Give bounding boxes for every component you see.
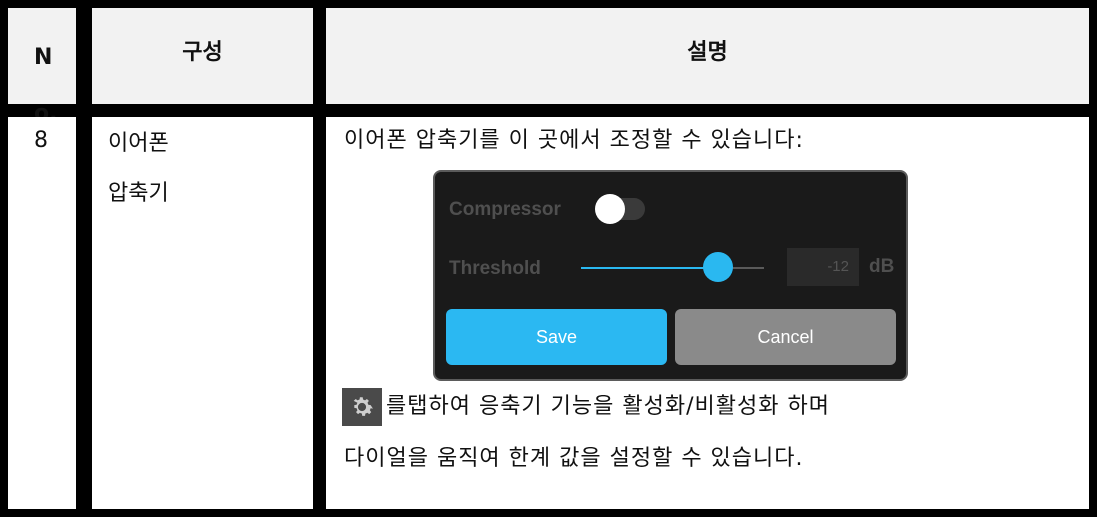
row-cell-component: 이어폰 압축기 bbox=[92, 117, 313, 509]
compressor-toggle[interactable] bbox=[595, 194, 645, 224]
threshold-value-field[interactable]: -12 bbox=[787, 248, 859, 286]
description-line-3: 다이얼을 움직여 한계 값을 설정할 수 있습니다. bbox=[344, 446, 804, 471]
description-line-2: 를탭하여 응축기 기능을 활성화/비활성화 하며 bbox=[386, 394, 830, 419]
header-cell-description: 설명 bbox=[326, 8, 1089, 104]
threshold-unit-label: dB bbox=[869, 256, 895, 277]
threshold-slider-fill bbox=[581, 267, 719, 269]
header-component-label: 구성 bbox=[182, 40, 223, 65]
description-line-1: 이어폰 압축기를 이 곳에서 조정할 수 있습니다: bbox=[344, 128, 804, 153]
save-button[interactable]: Save bbox=[446, 309, 667, 365]
gear-icon bbox=[342, 388, 382, 426]
row-cell-no: 8 bbox=[8, 117, 76, 509]
header-cell-no: N o. bbox=[8, 8, 76, 126]
compressor-toggle-knob bbox=[595, 194, 625, 224]
row-number: 8 bbox=[34, 128, 48, 153]
compressor-dialog: Compressor Threshold -12 dB Save Cancel bbox=[433, 170, 908, 381]
threshold-slider[interactable] bbox=[581, 252, 764, 282]
row-component: 이어폰 압축기 bbox=[108, 131, 169, 206]
threshold-label: Threshold bbox=[449, 258, 541, 279]
threshold-slider-knob[interactable] bbox=[703, 252, 734, 282]
header-cell-component: 구성 bbox=[92, 8, 313, 104]
header-description-label: 설명 bbox=[687, 40, 728, 65]
compressor-label: Compressor bbox=[449, 199, 561, 220]
cancel-button[interactable]: Cancel bbox=[675, 309, 896, 365]
